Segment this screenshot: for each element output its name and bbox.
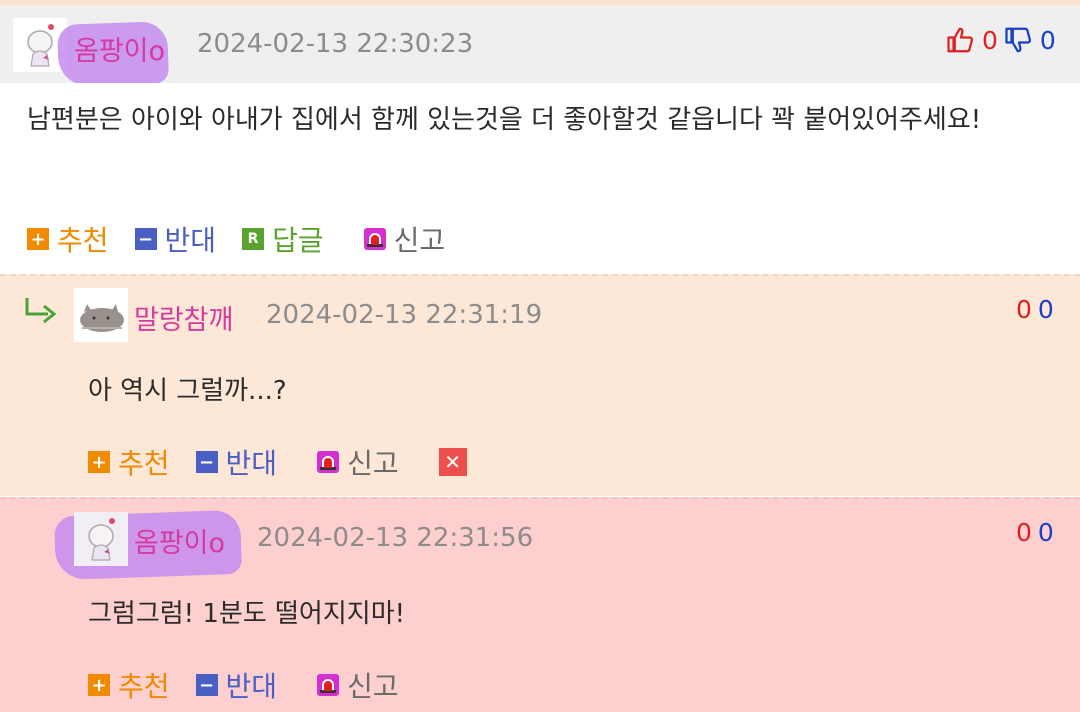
vote-counts: 0 0: [1016, 518, 1054, 547]
avatar-image: [74, 512, 128, 566]
minus-icon: −: [195, 674, 218, 696]
comment-text: 그럼그럼! 1분도 떨어지지마!: [88, 599, 406, 629]
vote-counts: 0 0: [946, 25, 1056, 55]
oppose-button[interactable]: − 반대: [195, 442, 278, 482]
nickname[interactable]: 옴팡이o: [134, 521, 225, 560]
comment-datetime: 2024-02-13 22:31:19: [266, 300, 543, 330]
plus-icon: +: [27, 228, 49, 250]
avatar[interactable]: [74, 512, 128, 566]
siren-icon: [317, 674, 340, 696]
oppose-label: 반대: [225, 670, 278, 703]
report-label: 신고: [347, 670, 399, 703]
comment-text: 남편분은 아이와 아내가 집에서 함께 있는것을 더 좋아할것 같읍니다 꽉 붙…: [27, 105, 982, 135]
plus-icon: +: [88, 674, 110, 696]
reply-icon: R: [242, 228, 265, 250]
recommend-label: 추천: [118, 447, 170, 480]
report-button[interactable]: 신고: [363, 219, 446, 259]
report-label: 신고: [393, 224, 446, 257]
delete-button[interactable]: ✕: [438, 448, 467, 476]
oppose-label: 반대: [164, 224, 217, 257]
reply-label: 답글: [272, 224, 324, 257]
vote-counts: 0 0: [1016, 295, 1054, 324]
minus-icon: −: [134, 228, 157, 250]
thumbs-down-icon[interactable]: [1004, 25, 1034, 55]
downvote-count[interactable]: 0: [1038, 295, 1054, 324]
comment-1-header: 옴팡이o 2024-02-13 22:30:23 0 0: [0, 5, 1080, 87]
reply-comment-1: 말랑참깨 2024-02-13 22:31:19 0 0 아 역시 그럴까...…: [0, 274, 1080, 496]
oppose-button[interactable]: − 반대: [134, 219, 217, 259]
avatar[interactable]: [74, 288, 128, 342]
comment-datetime: 2024-02-13 22:31:56: [257, 523, 534, 553]
comment-text: 아 역시 그럴까...?: [88, 376, 287, 406]
upvote-count[interactable]: 0: [1016, 518, 1032, 547]
reply-button[interactable]: R 답글: [242, 219, 324, 259]
close-icon: ✕: [438, 448, 467, 476]
nickname[interactable]: 말랑참깨: [134, 298, 233, 337]
siren-icon: [363, 228, 386, 250]
avatar-image: [74, 288, 128, 342]
plus-icon: +: [88, 451, 110, 473]
oppose-label: 반대: [225, 447, 278, 480]
siren-icon: [317, 451, 340, 473]
minus-icon: −: [195, 451, 218, 473]
report-button[interactable]: 신고: [317, 665, 399, 705]
report-button[interactable]: 신고: [317, 442, 399, 482]
downvote-count[interactable]: 0: [1038, 518, 1054, 547]
recommend-button[interactable]: + 추천: [88, 442, 170, 482]
recommend-button[interactable]: + 추천: [27, 219, 109, 259]
comment-1-body: 남편분은 아이와 아내가 집에서 함께 있는것을 더 좋아할것 같읍니다 꽉 붙…: [0, 83, 1080, 273]
reply-comment-2: 옴팡이o 2024-02-13 22:31:56 0 0 그럼그럼! 1분도 떨…: [0, 497, 1080, 712]
upvote-count[interactable]: 0: [1016, 295, 1032, 324]
upvote-count: 0: [982, 25, 998, 55]
recommend-label: 추천: [57, 224, 109, 257]
downvote-count: 0: [1039, 25, 1056, 55]
oppose-button[interactable]: − 반대: [195, 665, 278, 705]
comment-actions: + 추천 − 반대 신고 ✕: [88, 442, 493, 482]
recommend-button[interactable]: + 추천: [88, 665, 170, 705]
nickname[interactable]: 옴팡이o: [74, 29, 165, 68]
recommend-label: 추천: [118, 670, 170, 703]
comment-datetime: 2024-02-13 22:30:23: [197, 29, 474, 59]
reply-arrow-icon: [25, 298, 57, 324]
thumbs-up-icon[interactable]: [946, 25, 976, 55]
comment-actions: + 추천 − 반대 신고: [88, 665, 425, 705]
report-label: 신고: [347, 447, 399, 480]
comment-actions: + 추천 − 반대 R 답글 신고: [27, 219, 471, 259]
